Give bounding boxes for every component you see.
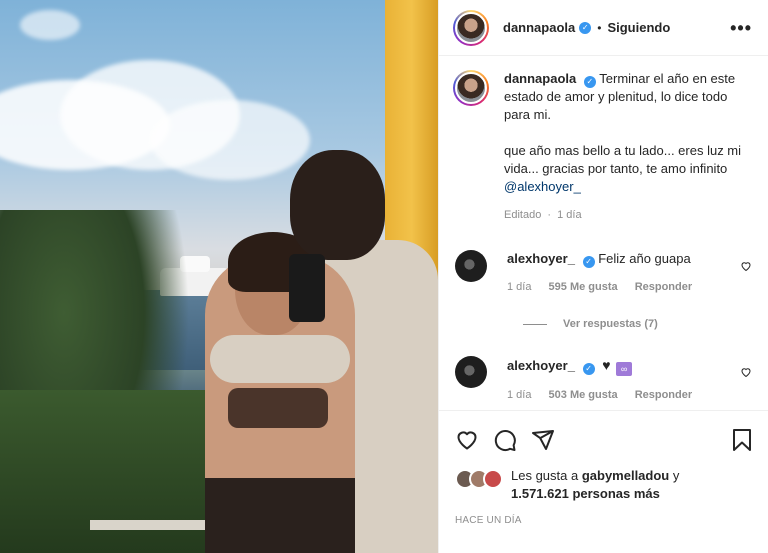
comment-heart-icon[interactable] — [740, 366, 752, 378]
caption-meta: Editado · 1 día — [504, 209, 582, 221]
edited-label: Editado — [504, 209, 542, 221]
liker-username[interactable]: gabymelladou — [582, 468, 669, 483]
caption-text-2: que año mas bello a tu lado... eres luz … — [504, 143, 742, 176]
phone — [289, 254, 325, 322]
likes-prefix: Les gusta a — [511, 468, 582, 483]
post-time[interactable]: HACE UN DÍA — [455, 515, 753, 526]
commenter-avatar[interactable] — [455, 250, 487, 282]
likes-count[interactable]: 1.571.621 personas más — [511, 486, 660, 501]
comment-time[interactable]: 1 día — [507, 281, 531, 293]
infinity-emoji: ∞ — [616, 362, 633, 376]
verified-badge-icon: ✓ — [582, 363, 595, 375]
post-header: dannapaola ✓ • Siguiendo ••• — [439, 0, 768, 56]
mention-link[interactable]: @alexhoyer_ — [504, 179, 581, 194]
avatar-image — [455, 72, 487, 104]
comment-username[interactable]: alexhoyer_ — [507, 358, 575, 373]
comment-likes[interactable]: 595 Me gusta — [549, 281, 618, 293]
woman-skirt — [205, 478, 355, 553]
cloud-shape — [150, 100, 310, 180]
replies-line — [523, 323, 547, 325]
comment-time[interactable]: 1 día — [507, 389, 531, 401]
comment-meta: 1 día 503 Me gusta Responder — [507, 386, 732, 404]
comment-username[interactable]: alexhoyer_ — [507, 251, 575, 266]
verified-badge-icon: ✓ — [582, 256, 595, 268]
liker-avatar[interactable] — [483, 469, 503, 489]
avatar[interactable] — [453, 70, 489, 106]
action-icons — [455, 427, 753, 453]
caption: dannapaola ✓ Terminar el año en este est… — [453, 70, 752, 224]
post-photo[interactable] — [0, 0, 438, 553]
comment: alexhoyer_ ✓ ♥ ∞ 1 día 503 Me gusta Resp… — [453, 356, 752, 404]
comment-meta: 1 día 595 Me gusta Responder — [507, 278, 732, 296]
man-arm — [210, 335, 350, 383]
comment: alexhoyer_ ✓ Feliz año guapa 1 día 595 M… — [453, 250, 752, 296]
comment-icon[interactable] — [493, 428, 517, 452]
liker-avatars — [455, 469, 505, 489]
comment-text: Feliz año guapa — [598, 251, 691, 266]
black-heart-emoji: ♥ — [602, 357, 611, 373]
header-username[interactable]: dannapaola — [503, 20, 575, 35]
following-button[interactable]: Siguiendo — [607, 20, 670, 35]
commenter-avatar[interactable] — [455, 356, 487, 388]
view-replies-label[interactable]: Ver respuestas (7) — [563, 318, 658, 330]
reply-button[interactable]: Responder — [635, 281, 692, 293]
instagram-post: dannapaola ✓ • Siguiendo ••• dannapaola … — [0, 0, 768, 553]
comment-heart-icon[interactable] — [740, 260, 752, 272]
more-options-icon[interactable]: ••• — [730, 19, 752, 37]
bookmark-icon[interactable] — [731, 428, 753, 452]
cloud-shape — [20, 10, 80, 40]
caption-username[interactable]: dannapaola — [504, 71, 576, 86]
comments-area[interactable]: dannapaola ✓ Terminar el año en este est… — [439, 56, 768, 411]
avatar-image — [455, 11, 487, 44]
woman-top — [228, 388, 328, 428]
view-replies[interactable]: Ver respuestas (7) — [523, 318, 752, 330]
caption-time[interactable]: 1 día — [557, 209, 581, 221]
heart-icon[interactable] — [455, 428, 479, 452]
man-head — [290, 150, 385, 260]
avatar[interactable] — [453, 9, 489, 46]
reply-button[interactable]: Responder — [635, 389, 692, 401]
separator-dot: • — [597, 20, 602, 35]
post-sidebar: dannapaola ✓ • Siguiendo ••• dannapaola … — [438, 0, 768, 553]
post-actions: Les gusta a gabymelladou y 1.571.621 per… — [439, 410, 768, 526]
send-icon[interactable] — [531, 428, 555, 452]
comment-likes[interactable]: 503 Me gusta — [549, 389, 618, 401]
likes-summary: Les gusta a gabymelladou y 1.571.621 per… — [455, 467, 753, 503]
verified-badge-icon: ✓ — [579, 21, 592, 34]
likes-conj: y — [669, 468, 680, 483]
verified-badge-icon: ✓ — [583, 76, 596, 88]
